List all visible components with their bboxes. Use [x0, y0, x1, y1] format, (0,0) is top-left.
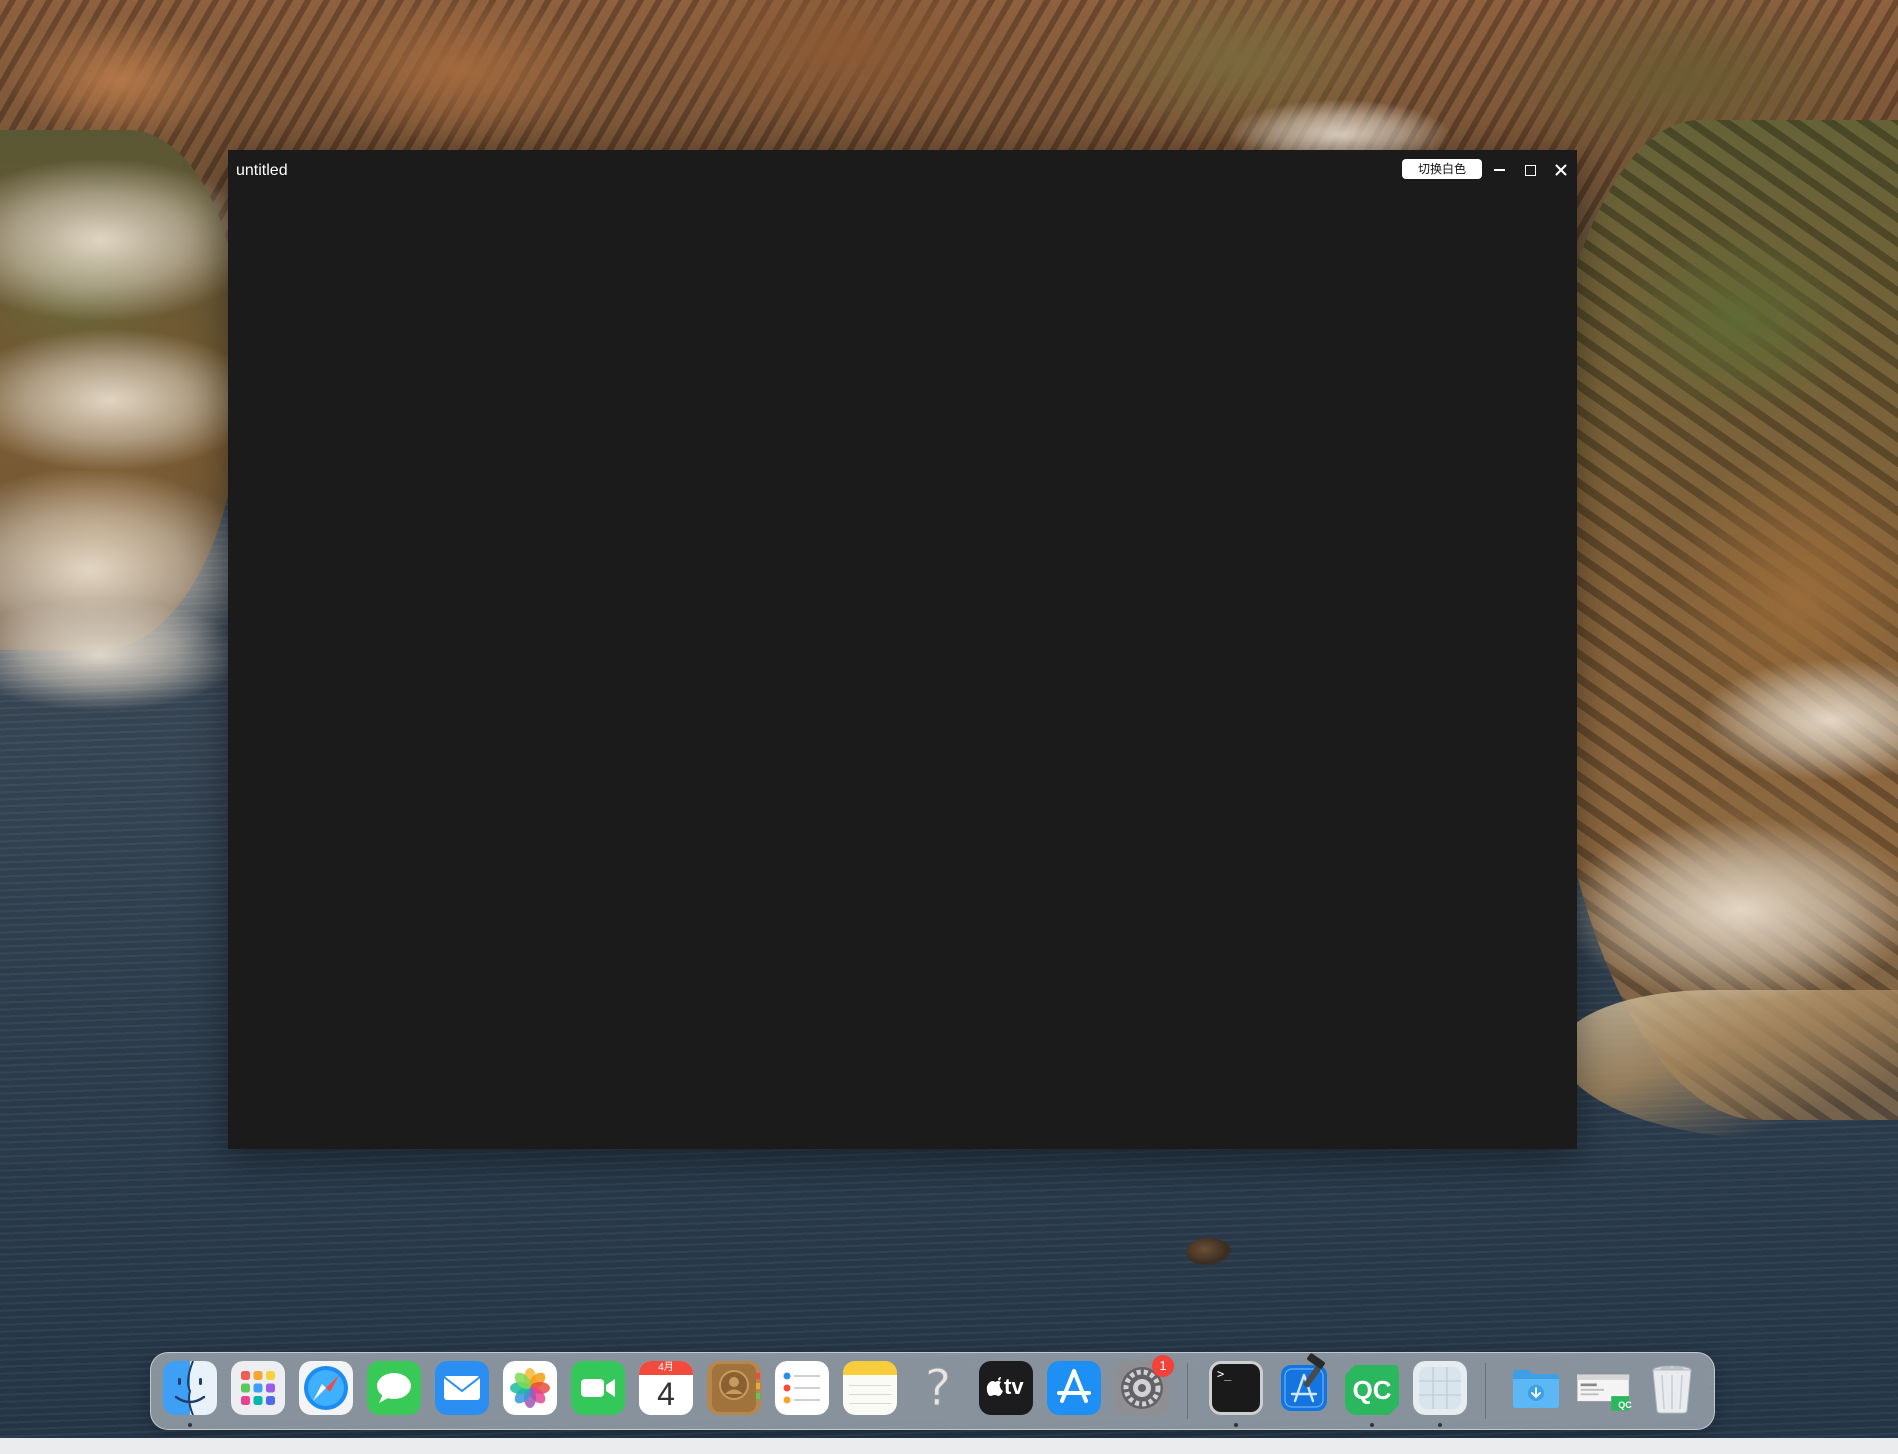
- switch-theme-button[interactable]: 切换白色: [1402, 159, 1482, 179]
- running-indicator: [1370, 1423, 1374, 1427]
- close-button[interactable]: [1552, 161, 1570, 179]
- dock-item-contacts[interactable]: [707, 1361, 761, 1415]
- xcode-icon: [1281, 1353, 1327, 1411]
- launchpad-icon: [231, 1361, 285, 1415]
- dock-item-trash[interactable]: [1645, 1361, 1699, 1415]
- app-store-icon: [1047, 1361, 1101, 1415]
- wallpaper-cloud: [1700, 660, 1898, 780]
- dock-item-qt-creator[interactable]: QC: [1345, 1361, 1399, 1415]
- calendar-month: 4月: [658, 1362, 674, 1373]
- finder-icon: [163, 1361, 217, 1415]
- wallpaper-rock: [1186, 1238, 1232, 1266]
- dock-separator: [1187, 1363, 1188, 1419]
- dock-item-launchpad[interactable]: [231, 1361, 285, 1415]
- running-indicator: [188, 1423, 192, 1427]
- terminal-icon: >_: [1217, 1367, 1232, 1381]
- dock-item-apple-tv[interactable]: tv: [979, 1361, 1033, 1415]
- dock-item-qt-app[interactable]: QC: [1577, 1361, 1632, 1415]
- dock-item-system-preferences[interactable]: 1: [1115, 1355, 1174, 1415]
- wallpaper-cloud: [0, 160, 260, 320]
- trash-icon: [1652, 1365, 1692, 1414]
- preview-icon: [1413, 1361, 1467, 1415]
- dock-item-calendar[interactable]: 4月 4: [639, 1361, 693, 1415]
- safari-icon: [299, 1361, 353, 1415]
- dock-item-messages[interactable]: [367, 1361, 421, 1415]
- dock-item-downloads[interactable]: [1509, 1361, 1563, 1415]
- dock-item-help[interactable]: ?: [911, 1361, 965, 1415]
- dock-item-app-store[interactable]: [1047, 1361, 1101, 1415]
- minimize-icon: [1493, 169, 1505, 171]
- dock-item-terminal[interactable]: >_: [1209, 1361, 1263, 1415]
- messages-icon: [367, 1361, 421, 1415]
- notes-icon: [843, 1361, 897, 1415]
- dock-item-reminders[interactable]: [775, 1361, 829, 1415]
- window-content-area[interactable]: [228, 190, 1577, 1149]
- dock-item-mail[interactable]: [435, 1361, 489, 1415]
- close-icon: [1555, 164, 1567, 176]
- apple-tv-label: tv: [1004, 1374, 1024, 1399]
- qt-creator-label: QC: [1352, 1375, 1392, 1405]
- dock-item-safari[interactable]: [299, 1361, 353, 1415]
- qt-app-badge: QC: [1618, 1400, 1632, 1410]
- photos-icon: [503, 1361, 557, 1415]
- dock-item-finder[interactable]: [163, 1361, 217, 1415]
- maximize-icon: [1524, 164, 1536, 176]
- help-icon: ?: [924, 1361, 952, 1415]
- calendar-day: 4: [657, 1376, 675, 1412]
- running-indicator: [1438, 1423, 1442, 1427]
- screen-bottom-strip: [0, 1438, 1898, 1454]
- downloads-folder-icon: [1513, 1370, 1559, 1408]
- dock: 4月 4 ? tv 1 >_ QC QC: [150, 1352, 1715, 1430]
- maximize-button[interactable]: [1521, 161, 1539, 179]
- wallpaper-cloud: [0, 600, 240, 710]
- dock-item-facetime[interactable]: [571, 1361, 625, 1415]
- window-title: untitled: [236, 162, 288, 179]
- dock-item-photos[interactable]: [503, 1361, 557, 1415]
- wallpaper-cloud: [1560, 820, 1898, 1000]
- mail-icon: [435, 1361, 489, 1415]
- dock-separator: [1485, 1363, 1486, 1419]
- contacts-icon: [707, 1361, 761, 1415]
- reminders-icon: [775, 1361, 829, 1415]
- dock-item-xcode[interactable]: [1277, 1353, 1331, 1415]
- apple-tv-icon: [986, 1377, 1003, 1396]
- wallpaper-cloud: [0, 330, 260, 470]
- minimize-button[interactable]: [1490, 161, 1508, 179]
- window-titlebar[interactable]: untitled 切换白色: [228, 150, 1577, 190]
- dock-item-notes[interactable]: [843, 1361, 897, 1415]
- app-window[interactable]: untitled 切换白色: [228, 150, 1577, 1149]
- running-indicator: [1234, 1423, 1238, 1427]
- facetime-icon: [571, 1361, 625, 1415]
- notification-badge: 1: [1152, 1355, 1174, 1377]
- dock-item-preview[interactable]: [1413, 1361, 1467, 1415]
